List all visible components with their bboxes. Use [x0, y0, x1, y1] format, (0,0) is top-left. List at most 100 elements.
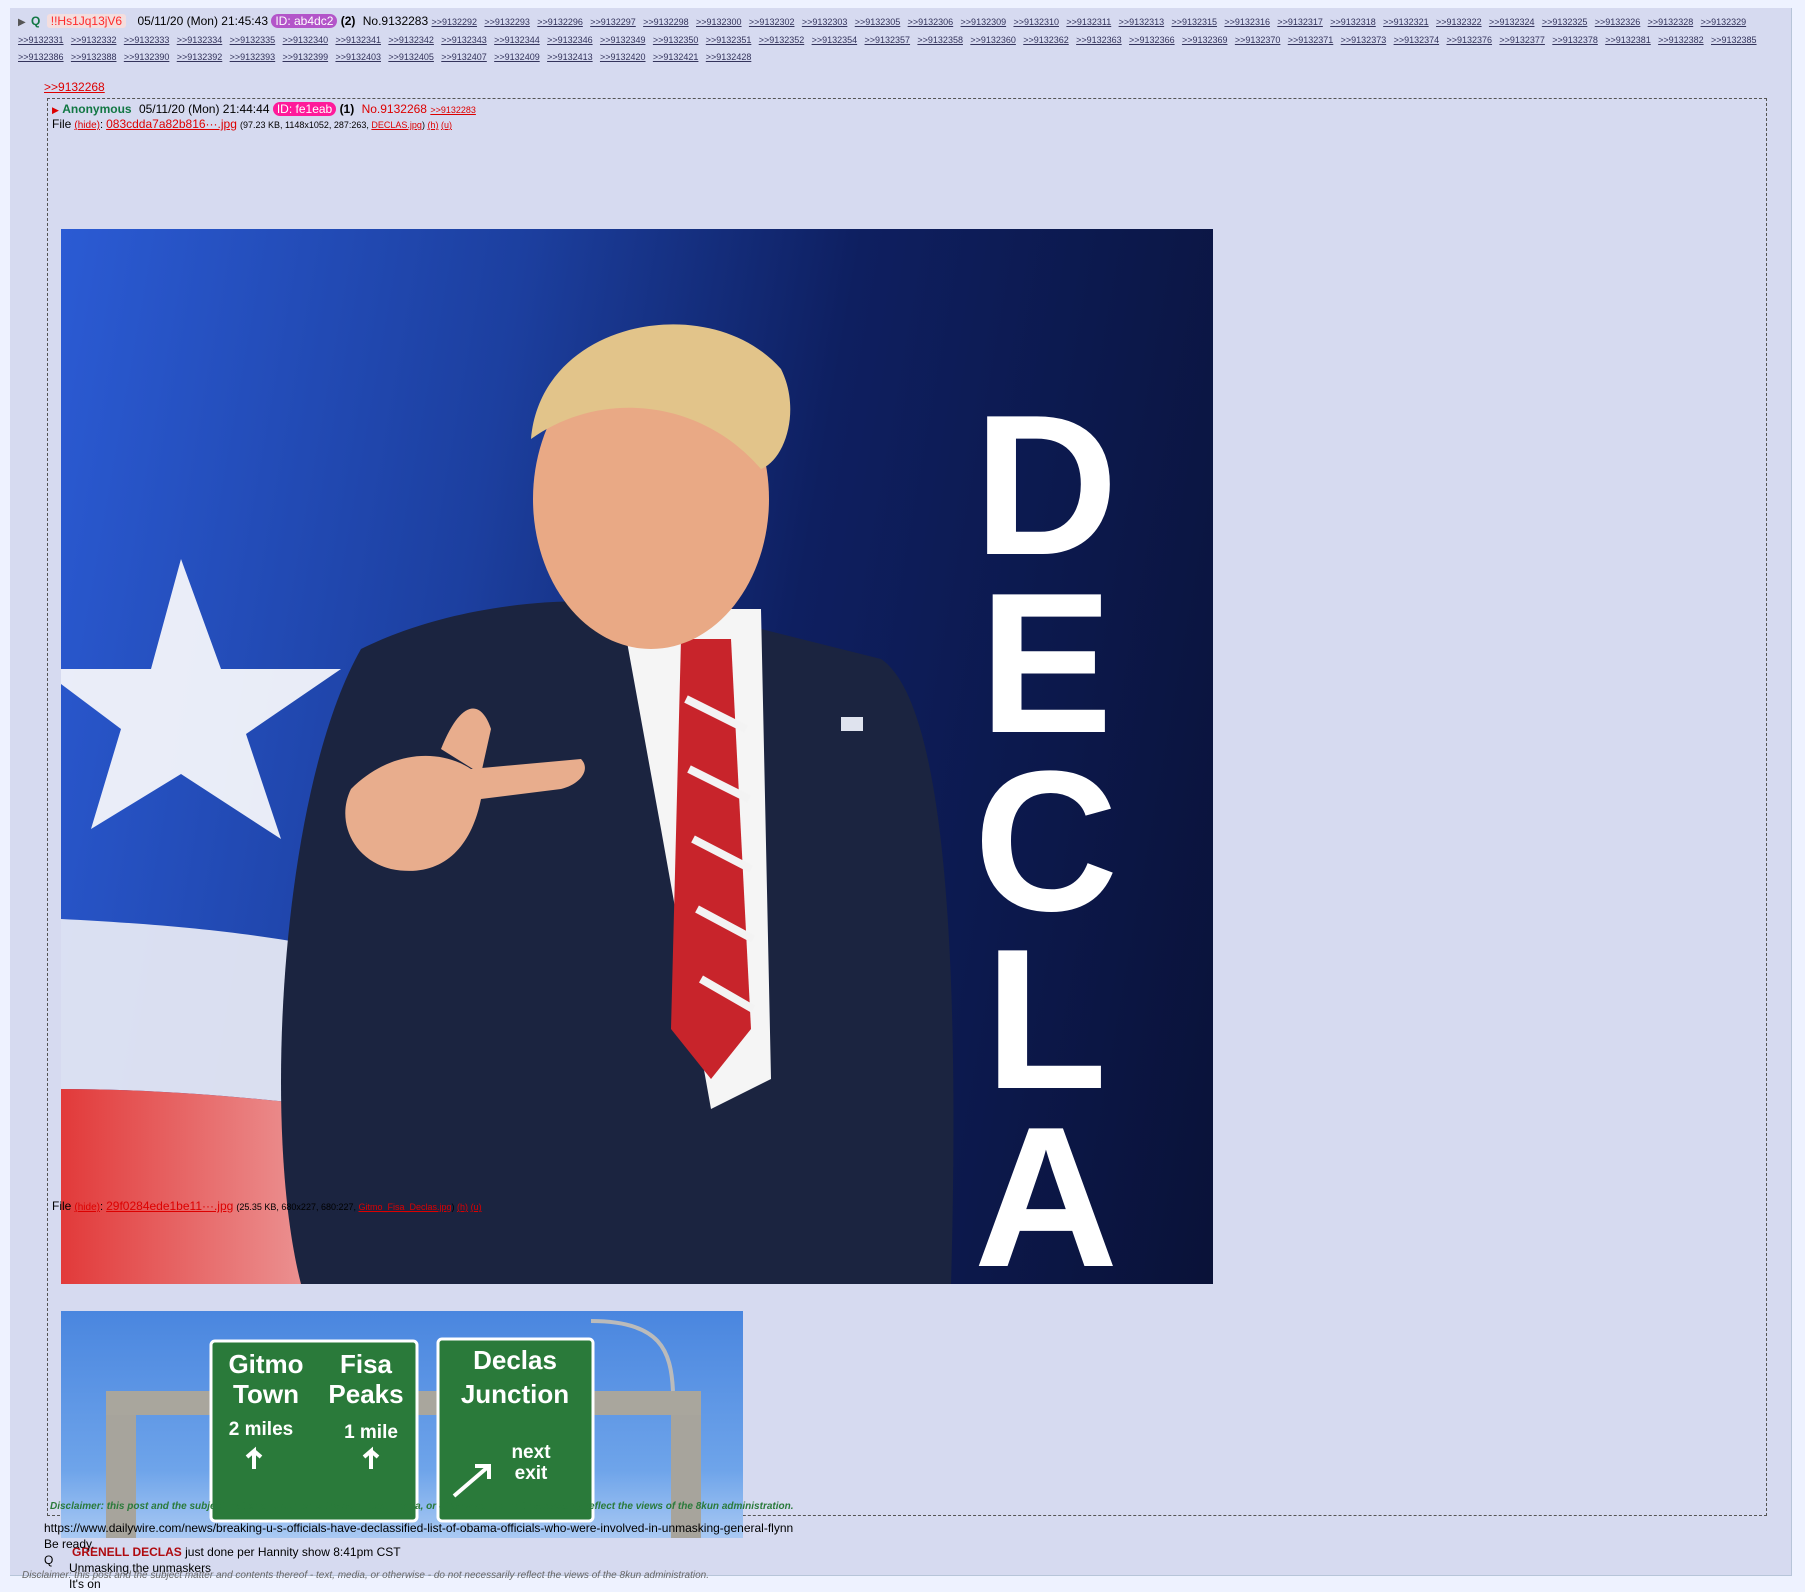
reply-link[interactable]: >>9132321	[1383, 17, 1429, 27]
file-u-link[interactable]: (u)	[441, 120, 452, 130]
quote-link[interactable]: >>9132268	[44, 80, 105, 94]
reply-link[interactable]: >>9132328	[1648, 17, 1694, 27]
reply-link[interactable]: >>9132342	[388, 35, 434, 45]
reply-link[interactable]: >>9132382	[1658, 35, 1704, 45]
reply-link[interactable]: >>9132371	[1288, 35, 1334, 45]
reply-link[interactable]: >>9132303	[802, 17, 848, 27]
reply-link[interactable]: >>9132392	[177, 52, 223, 62]
reply-link[interactable]: >>9132292	[431, 17, 477, 27]
reply-link[interactable]: >>9132324	[1489, 17, 1535, 27]
declas-image-art: DECLAS	[61, 324, 1118, 1284]
reply-link[interactable]: >>9132298	[643, 17, 689, 27]
reply-link[interactable]: >>9132341	[335, 35, 381, 45]
hide-file-link[interactable]: (hide)	[74, 120, 100, 131]
caret-right-icon: ▶	[52, 105, 59, 115]
file-h-link[interactable]: (h)	[427, 120, 438, 130]
reply-link[interactable]: >>9132317	[1277, 17, 1323, 27]
attached-image-declas[interactable]: DECLAS	[61, 229, 1213, 1284]
file-original-name-link[interactable]: Gitmo_Fisa_Declas.jpg	[359, 1202, 452, 1212]
sign-exit-text: exit	[515, 1463, 548, 1484]
reply-link[interactable]: >>9132349	[600, 35, 646, 45]
reply-link[interactable]: >>9132399	[283, 52, 329, 62]
quoted-poster-name: Anonymous	[62, 102, 132, 116]
reply-link[interactable]: >>9132310	[1013, 17, 1059, 27]
file-name-link[interactable]: 083cdda7a82b816···.jpg	[106, 117, 237, 131]
reply-link[interactable]: >>9132370	[1235, 35, 1281, 45]
reply-link[interactable]: >>9132322	[1436, 17, 1482, 27]
reply-link[interactable]: >>9132297	[590, 17, 636, 27]
reply-link[interactable]: >>9132403	[335, 52, 381, 62]
file-u-link[interactable]: (u)	[471, 1202, 482, 1212]
reply-link[interactable]: >>9132293	[484, 17, 530, 27]
post-url-link[interactable]: https://www.dailywire.com/news/breaking-…	[44, 1520, 793, 1536]
reply-link[interactable]: >>9132354	[812, 35, 858, 45]
reply-link[interactable]: >>9132344	[494, 35, 540, 45]
quoted-post-header: ▶ Anonymous 05/11/20 (Mon) 21:44:44 ID: …	[52, 101, 480, 118]
reply-link[interactable]: >>9132374	[1394, 35, 1440, 45]
reply-link[interactable]: >>9132369	[1182, 35, 1228, 45]
reply-link[interactable]: >>9132300	[696, 17, 742, 27]
reply-link[interactable]: >>9132332	[71, 35, 117, 45]
reply-link[interactable]: >>9132311	[1066, 17, 1111, 27]
reply-link[interactable]: >>9132381	[1605, 35, 1651, 45]
reply-link[interactable]: >>9132363	[1076, 35, 1122, 45]
reply-link[interactable]: >>9132305	[855, 17, 901, 27]
quoted-backlink[interactable]: >>9132283	[430, 105, 476, 115]
reply-link[interactable]: >>9132343	[441, 35, 487, 45]
file-label: File	[52, 117, 72, 131]
reply-link[interactable]: >>9132413	[547, 52, 593, 62]
poster-id-badge[interactable]: ID: ab4dc2	[271, 14, 338, 28]
reply-link[interactable]: >>9132386	[18, 52, 64, 62]
post-container: ▶ Q !!Hs1Jq13jV6 05/11/20 (Mon) 21:45:43…	[10, 8, 1792, 1591]
reply-link[interactable]: >>9132316	[1224, 17, 1270, 27]
declas-letter: S	[979, 1264, 1112, 1284]
reply-link[interactable]: >>9132331	[18, 35, 64, 45]
reply-link[interactable]: >>9132296	[537, 17, 583, 27]
reply-link[interactable]: >>9132335	[230, 35, 276, 45]
reply-link[interactable]: >>9132334	[177, 35, 223, 45]
reply-link[interactable]: >>9132350	[653, 35, 699, 45]
reply-link[interactable]: >>9132393	[230, 52, 276, 62]
reply-link[interactable]: >>9132302	[749, 17, 795, 27]
hide-file-link[interactable]: (hide)	[74, 1202, 100, 1213]
post-number[interactable]: No.9132283	[363, 14, 428, 28]
reply-link[interactable]: >>9132388	[71, 52, 117, 62]
reply-link[interactable]: >>9132358	[917, 35, 963, 45]
reply-link[interactable]: >>9132390	[124, 52, 170, 62]
reply-link[interactable]: >>9132421	[653, 52, 699, 62]
reply-link[interactable]: >>9132333	[124, 35, 170, 45]
reply-link[interactable]: >>9132428	[706, 52, 752, 62]
reply-link[interactable]: >>9132377	[1499, 35, 1545, 45]
reply-link[interactable]: >>9132306	[908, 17, 954, 27]
reply-link[interactable]: >>9132313	[1119, 17, 1165, 27]
reply-link[interactable]: >>9132315	[1172, 17, 1218, 27]
quoted-poster-id-badge[interactable]: ID: fe1eab	[272, 102, 337, 116]
reply-link[interactable]: >>9132329	[1701, 17, 1747, 27]
reply-link[interactable]: >>9132352	[759, 35, 805, 45]
reply-link[interactable]: >>9132373	[1341, 35, 1387, 45]
reply-link[interactable]: >>9132325	[1542, 17, 1588, 27]
reply-link[interactable]: >>9132340	[283, 35, 329, 45]
reply-link[interactable]: >>9132326	[1595, 17, 1641, 27]
reply-link[interactable]: >>9132409	[494, 52, 540, 62]
reply-link[interactable]: >>9132407	[441, 52, 487, 62]
file-name-link[interactable]: 29f0284ede1be11···.jpg	[106, 1199, 233, 1213]
quoted-post-number[interactable]: No.9132268	[362, 102, 427, 116]
file-h-link[interactable]: (h)	[457, 1202, 468, 1212]
reply-link[interactable]: >>9132362	[1023, 35, 1069, 45]
reply-link[interactable]: >>9132357	[865, 35, 911, 45]
collapse-triangle-icon[interactable]: ▶	[18, 15, 26, 31]
reply-link[interactable]: >>9132318	[1330, 17, 1376, 27]
reply-link[interactable]: >>9132420	[600, 52, 646, 62]
reply-link[interactable]: >>9132385	[1711, 35, 1757, 45]
reply-link[interactable]: >>9132351	[706, 35, 752, 45]
reply-link[interactable]: >>9132309	[961, 17, 1007, 27]
reply-link[interactable]: >>9132360	[970, 35, 1016, 45]
reply-link[interactable]: >>9132376	[1446, 35, 1492, 45]
poster-name: Q	[31, 14, 41, 28]
reply-link[interactable]: >>9132405	[388, 52, 434, 62]
reply-link[interactable]: >>9132346	[547, 35, 593, 45]
reply-link[interactable]: >>9132378	[1552, 35, 1598, 45]
file-original-name-link[interactable]: DECLAS.jpg	[371, 120, 422, 130]
reply-link[interactable]: >>9132366	[1129, 35, 1175, 45]
